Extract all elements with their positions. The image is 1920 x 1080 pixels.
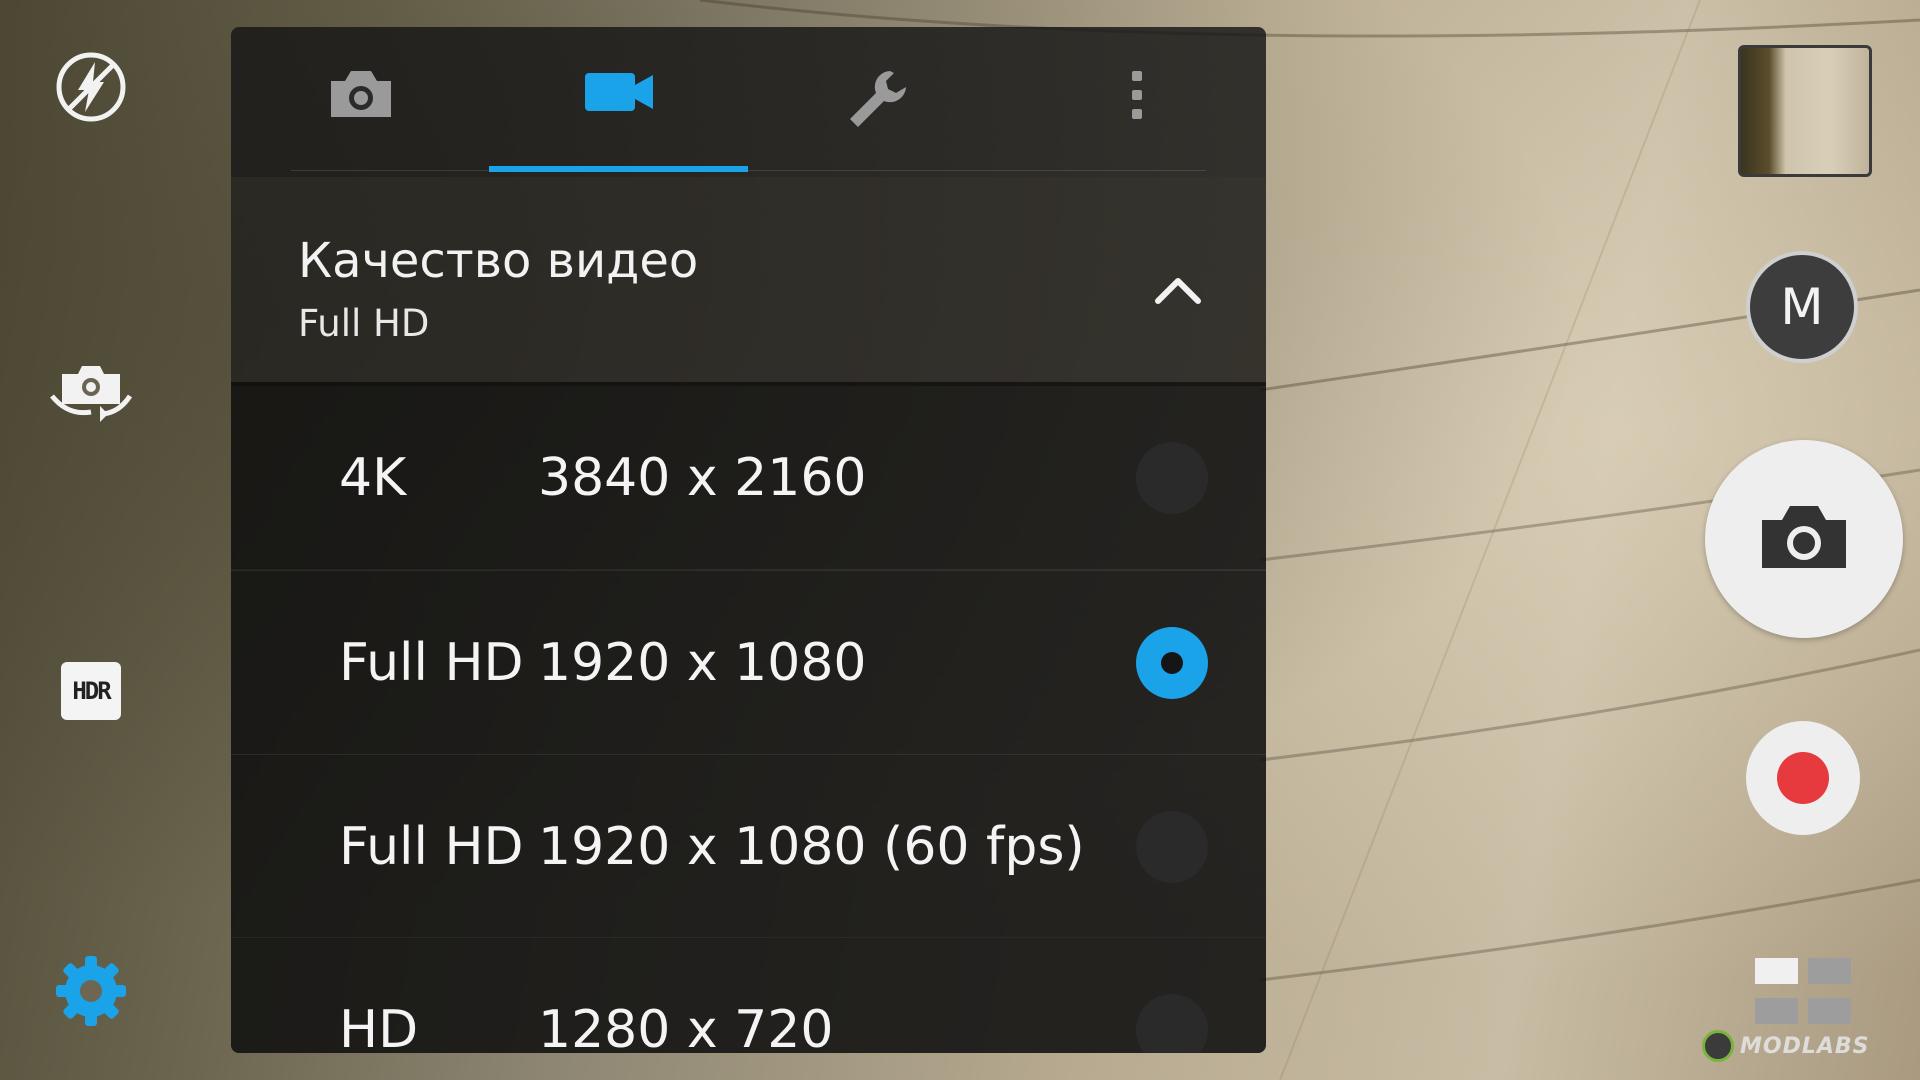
option-radio[interactable] [1136,994,1208,1053]
hdr-label: HDR [72,677,111,705]
record-icon [1777,752,1829,804]
settings-tabs [231,27,1266,177]
quality-option-fullhd-60fps[interactable]: Full HD 1920 x 1080 (60 fps) [231,754,1266,938]
watermark: MODLABS [1702,1030,1870,1062]
shutter-button[interactable] [1705,440,1903,638]
option-resolution: 3840 x 2160 [538,448,867,508]
tab-tools[interactable] [748,67,1007,177]
camera-icon [327,67,395,177]
option-name: Full HD [339,817,524,877]
option-radio[interactable] [1136,811,1208,883]
camera-modes-button[interactable] [1755,958,1853,1024]
option-resolution: 1920 x 1080 [538,633,867,693]
gear-icon [54,954,128,1032]
quality-option-4k[interactable]: 4K 3840 x 2160 [231,386,1266,569]
last-capture-thumbnail[interactable] [1738,45,1872,177]
video-quality-header[interactable]: Качество видео Full HD [231,177,1266,386]
option-name: Full HD [339,633,524,693]
modlabs-logo-icon [1702,1030,1734,1062]
quality-option-fullhd[interactable]: Full HD 1920 x 1080 [231,570,1266,754]
quality-option-hd[interactable]: HD 1280 x 720 [231,937,1266,1053]
hdr-button[interactable]: HDR [52,652,130,730]
video-camera-icon [583,67,655,177]
tab-video[interactable] [489,67,748,177]
tabs-divider [291,170,1206,171]
section-title: Качество видео [298,233,699,289]
option-radio[interactable] [1136,442,1208,514]
mode-label: M [1780,278,1824,336]
settings-panel: Качество видео Full HD 4K 3840 x 2160 Fu… [231,27,1266,1053]
tab-photo[interactable] [231,67,490,177]
option-resolution: 1920 x 1080 (60 fps) [538,817,1085,877]
active-tab-indicator [489,166,748,172]
option-radio-selected[interactable] [1136,627,1208,699]
tab-more[interactable] [1007,67,1266,177]
option-resolution: 1280 x 720 [538,1000,834,1053]
section-current-value: Full HD [298,302,430,345]
camera-icon [1758,502,1850,576]
wrench-icon [846,67,910,177]
record-button[interactable] [1746,721,1860,835]
more-vertical-icon [1127,67,1147,177]
manual-mode-button[interactable]: M [1746,251,1858,363]
chevron-up-icon[interactable] [1154,275,1202,309]
option-name: HD [339,1000,419,1053]
switch-camera-button[interactable] [48,352,134,430]
flash-button[interactable] [52,50,130,128]
switch-camera-icon [48,356,134,426]
watermark-text: MODLABS [1740,1033,1870,1059]
hdr-icon: HDR [61,662,121,720]
option-name: 4K [339,448,407,508]
settings-button[interactable] [52,954,130,1032]
flash-auto-icon [54,50,128,128]
